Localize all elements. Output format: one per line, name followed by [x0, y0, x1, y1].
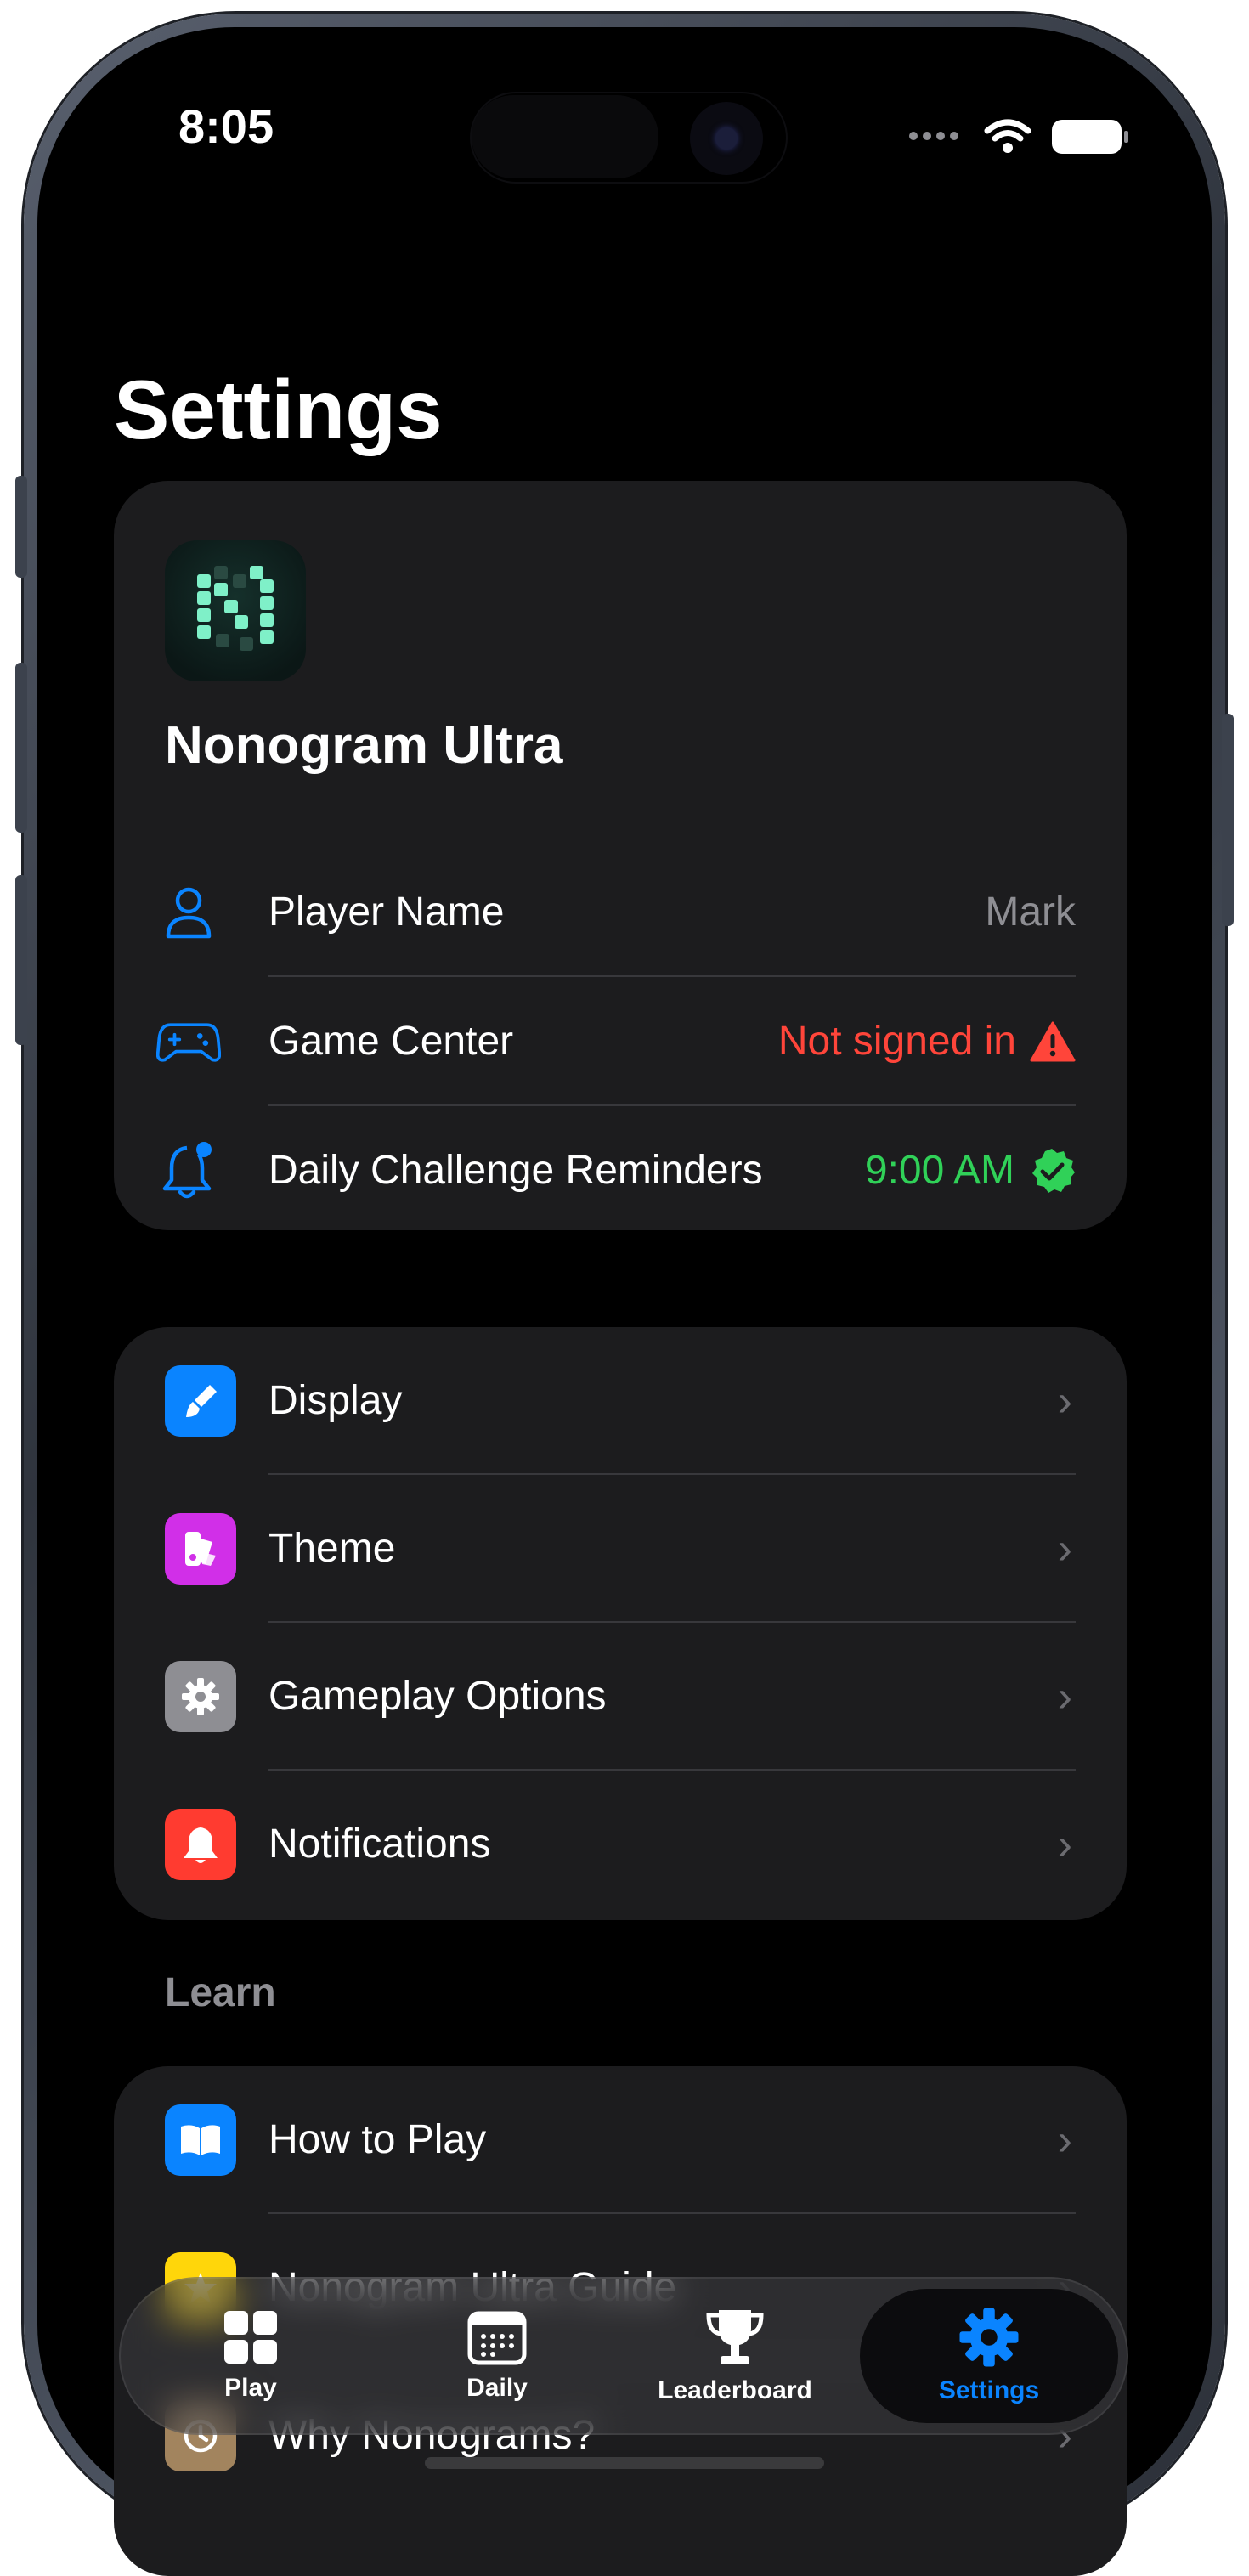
daily-reminders-label: Daily Challenge Reminders — [268, 1148, 763, 1193]
tab-label: Leaderboard — [658, 2376, 812, 2404]
status-icons — [909, 119, 1128, 155]
trophy-icon — [706, 2310, 764, 2364]
player-name-label: Player Name — [268, 890, 505, 935]
swatchpalette-icon — [165, 1513, 236, 1585]
menu-item-display[interactable]: Display › — [114, 1327, 1127, 1475]
menu-item-label: Gameplay Options — [268, 1674, 607, 1719]
gamecontroller-icon — [156, 1013, 221, 1071]
status-time: 8:05 — [178, 99, 274, 153]
daily-reminders-row[interactable]: Daily Challenge Reminders 9:00 AM — [114, 1106, 1127, 1235]
daily-reminders-status: 9:00 AM — [865, 1106, 1076, 1235]
player-name-row[interactable]: Player Name Mark — [114, 848, 1127, 977]
side-button — [1222, 714, 1234, 926]
tab-play[interactable]: Play — [136, 2277, 365, 2435]
grid-icon — [224, 2311, 277, 2364]
person-icon — [156, 884, 221, 941]
wifi-icon — [984, 119, 1031, 153]
section-header-learn: Learn — [165, 1970, 276, 2015]
menu-item-label: How to Play — [268, 2117, 487, 2162]
chevron-right-icon: › — [1057, 2116, 1072, 2165]
chevron-right-icon: › — [1057, 1376, 1072, 1426]
tab-bar: Play Daily Leaderboard Settings — [119, 2277, 1128, 2435]
volume-up-button — [15, 663, 27, 833]
learn-item-how-to-play[interactable]: How to Play › — [114, 2066, 1127, 2214]
game-center-row[interactable]: Game Center Not signed in — [114, 977, 1127, 1106]
page-title: Settings — [114, 363, 443, 456]
game-center-value: Not signed in — [777, 1019, 1016, 1064]
island-pill — [472, 95, 658, 178]
warning-triangle-icon — [1030, 1021, 1076, 1062]
menu-item-label: Notifications — [268, 1822, 491, 1867]
calendar-icon — [467, 2311, 527, 2365]
app-logo-icon — [165, 540, 306, 681]
battery-icon — [1052, 120, 1128, 154]
checkmark-seal-icon — [1032, 1149, 1075, 1193]
chevron-right-icon: › — [1057, 1524, 1072, 1573]
gear-icon — [165, 1661, 236, 1732]
cellular-dots-icon — [909, 129, 964, 144]
menu-item-notifications[interactable]: Notifications › — [114, 1771, 1127, 1918]
daily-reminders-value: 9:00 AM — [864, 1148, 1014, 1193]
paintbrush-icon — [165, 1365, 236, 1437]
menu-item-gameplay-options[interactable]: Gameplay Options › — [114, 1623, 1127, 1771]
menu-item-label: Theme — [268, 1526, 396, 1571]
player-name-value: Mark — [985, 890, 1076, 935]
volume-down-button — [15, 875, 27, 1045]
tab-label: Daily — [466, 2374, 528, 2402]
bell-badge-icon — [156, 1142, 221, 1200]
menu-item-label: Display — [268, 1378, 403, 1423]
bell-icon — [165, 1809, 236, 1880]
gear-icon — [959, 2308, 1019, 2367]
tab-leaderboard[interactable]: Leaderboard — [620, 2277, 850, 2435]
game-center-label: Game Center — [268, 1019, 514, 1064]
app-info-card: Nonogram Ultra Player Name Mark Game Cen… — [114, 481, 1127, 1230]
camera-icon — [690, 102, 763, 175]
menu-item-theme[interactable]: Theme › — [114, 1475, 1127, 1623]
book-icon — [165, 2104, 236, 2176]
app-name: Nonogram Ultra — [165, 716, 563, 775]
chevron-right-icon: › — [1057, 1672, 1072, 1721]
action-button — [15, 476, 27, 578]
tab-label: Play — [224, 2374, 277, 2402]
tab-settings[interactable]: Settings — [873, 2277, 1105, 2435]
settings-menu-card: Display › Theme › Gameplay Options › Not… — [114, 1327, 1127, 1920]
game-center-status: Not signed in — [778, 977, 1076, 1106]
tab-label: Settings — [938, 2376, 1040, 2404]
chevron-right-icon: › — [1057, 1820, 1072, 1869]
tab-daily[interactable]: Daily — [382, 2277, 612, 2435]
home-indicator[interactable] — [425, 2457, 824, 2469]
